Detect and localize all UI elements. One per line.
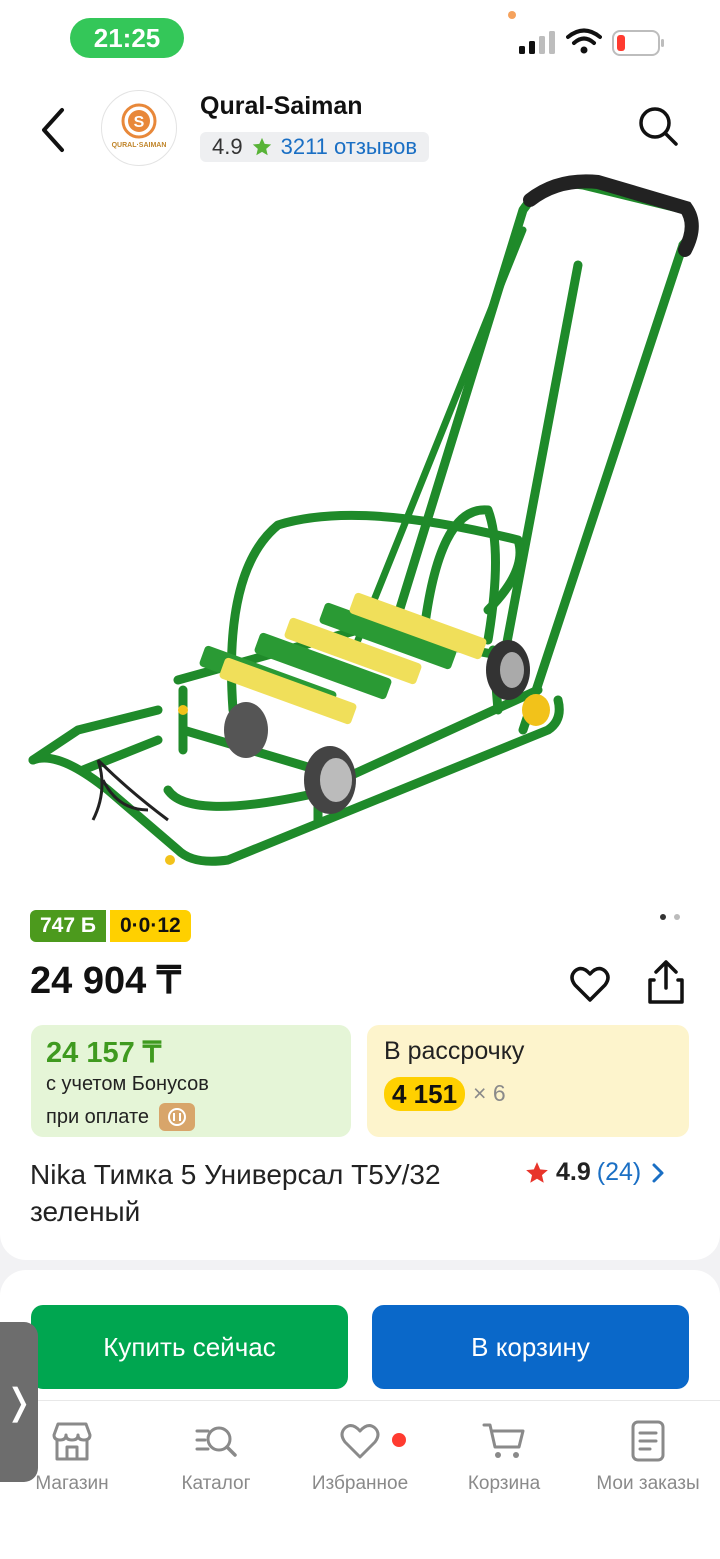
- tab-favorites-label: Избранное: [311, 1473, 409, 1494]
- shop-header: S QURAL·SAIMAN Qural-Saiman 4.9 3211 отз…: [0, 80, 720, 180]
- installment-box[interactable]: В рассрочку 4 151 × 6: [367, 1025, 689, 1137]
- product-rating-count: (24): [596, 1158, 642, 1186]
- pager-dot-active: [660, 914, 666, 920]
- tab-cart[interactable]: Корзина: [432, 1419, 576, 1495]
- add-to-cart-button[interactable]: В корзину: [372, 1305, 689, 1389]
- tab-cart-label: Корзина: [467, 1473, 541, 1494]
- payment-method-icon: [159, 1103, 196, 1131]
- tab-catalog[interactable]: Каталог: [144, 1419, 288, 1495]
- shop-rating-pill[interactable]: 4.9 3211 отзывов: [200, 132, 430, 162]
- svg-text:QURAL·SAIMAN: QURAL·SAIMAN: [112, 142, 167, 149]
- installment-months: × 6: [473, 1080, 506, 1106]
- bonus-caption-text: при оплате: [46, 1105, 150, 1128]
- product-title: Nika Тимка 5 Универсал Т5У/32 зеленый: [30, 1159, 441, 1227]
- tab-favorites[interactable]: Избранное: [288, 1419, 432, 1495]
- buy-now-button[interactable]: Купить сейчас: [31, 1305, 348, 1389]
- star-red-icon: [526, 1161, 548, 1183]
- bonus-caption-line1: с учетом Бонусов: [46, 1073, 209, 1095]
- privacy-indicator-icon: [508, 11, 516, 19]
- bonus-price-box[interactable]: 24 157 ₸ с учетом Бонусов при оплате: [31, 1025, 351, 1137]
- svg-text:S: S: [134, 114, 145, 131]
- search-icon[interactable]: [636, 104, 680, 148]
- tab-catalog-label: Каталог: [181, 1473, 251, 1494]
- installment-amount: 4 151: [384, 1077, 466, 1111]
- bonus-points-badge: 747 Б: [30, 910, 106, 942]
- chevron-right-icon: [652, 1163, 664, 1182]
- bonus-price: 24 157 ₸: [46, 1037, 162, 1069]
- cart-icon: [482, 1423, 525, 1458]
- product-rating-value: 4.9: [556, 1158, 591, 1186]
- heart-icon: [340, 1424, 380, 1459]
- side-panel-handle[interactable]: ❭: [0, 1322, 38, 1482]
- shop-reviews-link[interactable]: 3211 отзывов: [281, 132, 418, 162]
- installment-badge: 0·0·12: [109, 910, 191, 942]
- installment-label: В рассрочку: [384, 1037, 525, 1065]
- pager-dot: [674, 914, 680, 920]
- product-price: 24 904 ₸: [30, 960, 181, 1002]
- share-icon[interactable]: [644, 958, 688, 1006]
- notification-dot: [392, 1433, 406, 1447]
- shop-logo-icon: S QURAL·SAIMAN: [112, 103, 167, 149]
- favorite-heart-icon[interactable]: [568, 962, 612, 1006]
- product-image[interactable]: [18, 170, 708, 900]
- cellular-signal-icon: [519, 31, 555, 54]
- product-rating[interactable]: 4.9 (24): [524, 1158, 669, 1187]
- shop-name[interactable]: Qural-Saiman: [200, 92, 363, 121]
- status-bar: 21:25: [0, 0, 720, 80]
- status-time: 21:25: [70, 18, 184, 58]
- star-green-icon: [252, 137, 271, 156]
- image-pager[interactable]: [660, 914, 680, 920]
- store-icon: [52, 1422, 92, 1461]
- promo-badges: 747 Б 0·0·12: [30, 910, 191, 942]
- back-chevron-icon[interactable]: [34, 104, 74, 156]
- wifi-icon: [566, 28, 602, 54]
- shop-logo[interactable]: S QURAL·SAIMAN: [101, 90, 177, 166]
- bottom-tab-bar: Магазин Каталог Избранное Корзина Мои за…: [0, 1400, 720, 1559]
- tab-orders[interactable]: Мои заказы: [576, 1419, 720, 1495]
- catalog-search-icon: [195, 1426, 237, 1457]
- battery-low-icon: [612, 30, 664, 56]
- shop-rating-value: 4.9: [212, 134, 243, 159]
- bonus-caption-line2: при оплате: [46, 1103, 196, 1131]
- orders-icon: [631, 1420, 665, 1462]
- tab-orders-label: Мои заказы: [596, 1473, 700, 1494]
- tab-store-label: Магазин: [35, 1473, 109, 1494]
